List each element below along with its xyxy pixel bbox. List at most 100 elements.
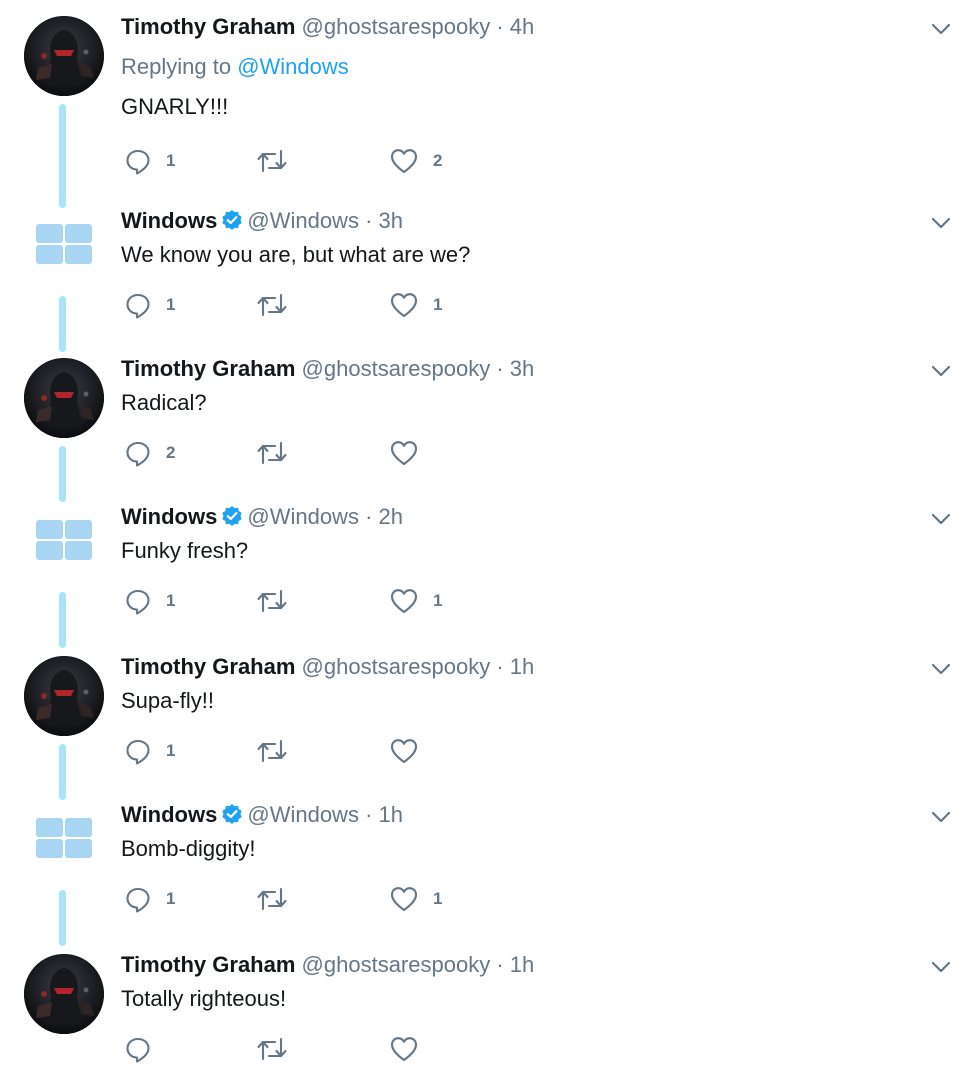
avatar[interactable] <box>24 358 104 438</box>
reply-button[interactable]: 1 <box>124 884 175 914</box>
retweet-button[interactable] <box>256 884 302 914</box>
tweet-header: Timothy Graham @ghostsarespooky · 1h <box>121 654 534 680</box>
retweet-icon <box>256 587 288 615</box>
retweet-button[interactable] <box>256 1034 302 1064</box>
author-name[interactable]: Windows <box>121 802 217 827</box>
timestamp[interactable]: · 2h <box>365 504 403 529</box>
tweet[interactable]: Windows @Windows · 3h We know you are, but… <box>0 204 980 352</box>
author-name[interactable]: Timothy Graham <box>121 654 295 679</box>
heart-icon <box>389 147 419 175</box>
replying-to-mention[interactable]: @Windows <box>237 54 349 79</box>
author-handle[interactable]: @ghostsarespooky <box>302 356 491 381</box>
author-name[interactable]: Windows <box>121 208 217 233</box>
timestamp[interactable]: · 4h <box>496 14 534 39</box>
author-handle[interactable]: @ghostsarespooky <box>302 952 491 977</box>
timestamp[interactable]: · 1h <box>496 654 534 679</box>
timestamp[interactable]: · 1h <box>365 802 403 827</box>
reply-button[interactable] <box>124 1034 166 1064</box>
retweet-icon <box>256 147 288 175</box>
replying-to-label: Replying to <box>121 54 238 79</box>
tweet[interactable]: Timothy Graham @ghostsarespooky · 1h Tota… <box>0 948 980 1076</box>
avatar[interactable] <box>24 16 104 96</box>
retweet-button[interactable] <box>256 586 302 616</box>
timestamp[interactable]: · 3h <box>365 208 403 233</box>
like-button[interactable]: 1 <box>389 586 442 616</box>
replying-to: Replying to @Windows <box>121 54 349 80</box>
windows-logo-avatar[interactable] <box>36 520 92 560</box>
timestamp[interactable]: · 1h <box>496 952 534 977</box>
author-handle[interactable]: @Windows <box>247 208 359 233</box>
reply-button[interactable]: 1 <box>124 586 175 616</box>
verified-badge-icon <box>221 209 243 237</box>
tweet-header: Windows @Windows · 1h <box>121 802 403 831</box>
heart-icon <box>389 885 419 913</box>
retweet-button[interactable] <box>256 438 302 468</box>
tweet[interactable]: Timothy Graham @ghostsarespooky · 3h Radi… <box>0 352 980 502</box>
heart-icon <box>389 737 419 765</box>
reply-button[interactable]: 1 <box>124 736 175 766</box>
like-button[interactable] <box>389 438 433 468</box>
tweet-header: Windows @Windows · 2h <box>121 504 403 533</box>
chevron-down-icon[interactable] <box>928 358 954 384</box>
likes-count: 1 <box>433 295 443 314</box>
like-button[interactable]: 1 <box>389 290 442 320</box>
author-handle[interactable]: @Windows <box>247 802 359 827</box>
reply-button[interactable]: 1 <box>124 146 175 176</box>
tweet[interactable]: Timothy Graham @ghostsarespooky · 4h Repl… <box>0 10 980 208</box>
replies-count: 1 <box>166 151 176 170</box>
author-name[interactable]: Windows <box>121 504 217 529</box>
avatar[interactable] <box>24 954 104 1034</box>
like-button[interactable] <box>389 736 433 766</box>
tweet-header: Timothy Graham @ghostsarespooky · 1h <box>121 952 534 978</box>
retweet-button[interactable] <box>256 146 302 176</box>
chevron-down-icon[interactable] <box>928 804 954 830</box>
author-name[interactable]: Timothy Graham <box>121 952 295 977</box>
author-name[interactable]: Timothy Graham <box>121 14 295 39</box>
tweet-text: Supa-fly!! <box>121 688 214 713</box>
windows-logo-avatar[interactable] <box>36 818 92 858</box>
author-handle[interactable]: @Windows <box>247 504 359 529</box>
heart-icon <box>389 439 419 467</box>
verified-badge-icon <box>221 505 243 533</box>
heart-icon <box>389 587 419 615</box>
reply-icon <box>124 291 152 319</box>
retweet-icon <box>256 439 288 467</box>
verified-badge-icon <box>221 803 243 831</box>
thread-connector-line <box>59 296 66 352</box>
replies-count: 1 <box>166 295 176 314</box>
replies-count: 1 <box>166 889 176 908</box>
tweet-text: Radical? <box>121 390 207 415</box>
retweet-button[interactable] <box>256 736 302 766</box>
likes-count: 2 <box>433 151 443 170</box>
chevron-down-icon[interactable] <box>928 16 954 42</box>
like-button[interactable]: 2 <box>389 146 442 176</box>
retweet-icon <box>256 737 288 765</box>
reply-button[interactable]: 2 <box>124 438 175 468</box>
avatar[interactable] <box>24 656 104 736</box>
timestamp[interactable]: · 3h <box>496 356 534 381</box>
tweet-header: Timothy Graham @ghostsarespooky · 3h <box>121 356 534 382</box>
tweet[interactable]: Windows @Windows · 1h Bomb-diggity! 1 1 <box>0 798 980 946</box>
retweet-button[interactable] <box>256 290 302 320</box>
chevron-down-icon[interactable] <box>928 210 954 236</box>
replies-count: 2 <box>166 443 176 462</box>
chevron-down-icon[interactable] <box>928 954 954 980</box>
like-button[interactable] <box>389 1034 433 1064</box>
reply-button[interactable]: 1 <box>124 290 175 320</box>
replies-count: 1 <box>166 741 176 760</box>
thread-connector-line <box>59 744 66 800</box>
chevron-down-icon[interactable] <box>928 506 954 532</box>
reply-icon <box>124 1035 152 1063</box>
tweet[interactable]: Windows @Windows · 2h Funky fresh? 1 1 <box>0 500 980 648</box>
author-handle[interactable]: @ghostsarespooky <box>302 14 491 39</box>
heart-icon <box>389 1035 419 1063</box>
likes-count: 1 <box>433 889 443 908</box>
heart-icon <box>389 291 419 319</box>
author-handle[interactable]: @ghostsarespooky <box>302 654 491 679</box>
retweet-icon <box>256 1035 288 1063</box>
tweet[interactable]: Timothy Graham @ghostsarespooky · 1h Supa… <box>0 650 980 800</box>
like-button[interactable]: 1 <box>389 884 442 914</box>
chevron-down-icon[interactable] <box>928 656 954 682</box>
author-name[interactable]: Timothy Graham <box>121 356 295 381</box>
windows-logo-avatar[interactable] <box>36 224 92 264</box>
